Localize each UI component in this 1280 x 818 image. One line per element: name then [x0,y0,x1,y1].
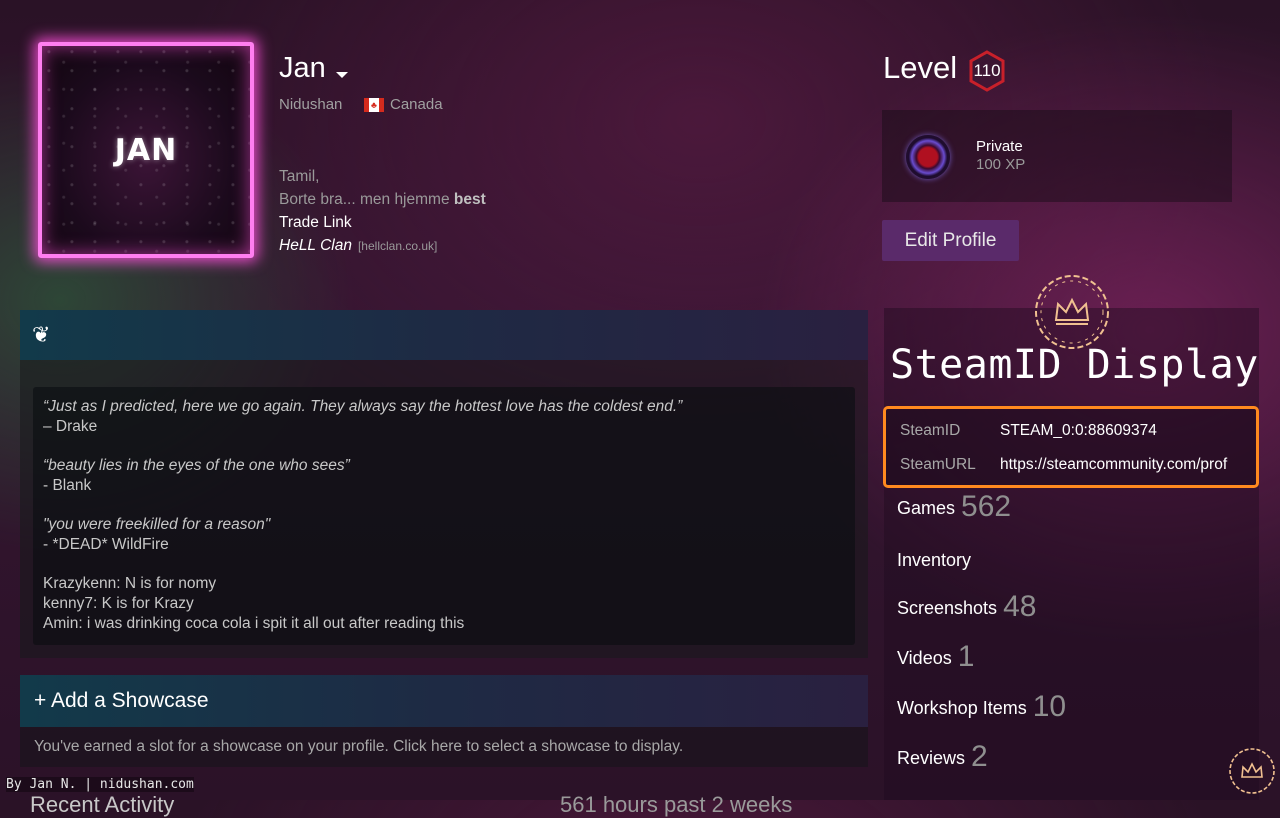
quote-item: “Just as I predicted, here we go again. … [43,397,682,437]
quote-item: "you were freekilled for a reason" - *DEA… [43,515,682,555]
summary-line: Borte bra... men hjemme best [279,188,486,211]
badge-icon [906,135,950,179]
trade-link[interactable]: Trade Link [279,211,486,234]
quote-text: “Just as I predicted, here we go again. … [43,398,683,415]
quote-text-block: “Just as I predicted, here we go again. … [43,397,682,653]
level-label: Level [883,50,958,85]
stat-count: 2 [971,740,988,773]
stat-reviews[interactable]: Reviews 2 [897,740,988,774]
stat-count: 10 [1032,690,1067,723]
steamid-box: SteamID STEAM_0:0:88609374 SteamURL https:… [883,406,1259,488]
recent-activity-hours: 561 hours past 2 weeks [560,792,793,817]
stat-games[interactable]: Games 562 [897,490,1011,524]
chat-lines: Krazykenn: N is for nomy kenny7: K is for… [43,574,682,634]
level-value: 110 [973,61,1001,80]
edit-profile-button[interactable]: Edit Profile [882,220,1019,261]
stat-label: Inventory [897,550,972,570]
stat-label: Reviews [897,748,966,768]
stat-label: Games [897,498,956,518]
clan-line: HeLL Clan [hellclan.co.uk] [279,234,486,258]
stat-label: Videos [897,648,952,668]
clan-name[interactable]: HeLL Clan [279,237,352,254]
recent-activity-heading: Recent Activity [30,792,175,817]
summary-text: Borte bra... men hjemme [279,191,454,208]
quote-item: “beauty lies in the eyes of the one who … [43,456,682,496]
chat-line: Amin: i was drinking coca cola i spit it… [43,615,465,632]
steamid-row[interactable]: SteamID STEAM_0:0:88609374 [900,422,1157,440]
steamid-value[interactable]: STEAM_0:0:88609374 [1000,422,1157,439]
quote-author: - *DEAD* WildFire [43,536,169,553]
summary-bold-text: best [453,191,486,208]
stat-count: 562 [961,490,1012,523]
country-name: Canada [390,96,443,113]
steamid-key: SteamID [900,422,961,439]
quote-author: – Drake [43,418,98,435]
chevron-down-icon[interactable] [336,72,348,78]
canada-flag-icon: ♣ [364,98,384,112]
author-watermark: By Jan N. | nidushan.com [6,777,194,792]
stat-workshop-items[interactable]: Workshop Items 10 [897,690,1066,724]
steamurl-row[interactable]: SteamURL https://steamcommunity.com/prof [900,456,1227,474]
add-showcase-text[interactable]: You've earned a slot for a showcase on y… [34,738,683,756]
chat-line: kenny7: K is for Krazy [43,595,194,612]
steamid-display-title: SteamID Display [890,342,1259,388]
quote-text: “beauty lies in the eyes of the one who … [43,457,350,474]
stat-inventory[interactable]: Inventory [897,550,971,571]
quote-icon: ❦ [32,322,51,347]
stat-videos[interactable]: Videos 1 [897,640,974,674]
quote-text: "you were freekilled for a reason" [43,516,271,533]
steamurl-key: SteamURL [900,456,976,473]
real-name: Nidushan [279,96,343,113]
steamurl-value[interactable]: https://steamcommunity.com/prof [1000,456,1227,473]
stat-label: Screenshots [897,598,998,618]
badge-title: Private [976,138,1023,155]
avatar-text: JAN [114,132,178,168]
stat-screenshots[interactable]: Screenshots 48 [897,590,1036,624]
stat-count: 1 [957,640,975,673]
profile-summary: Tamil, Borte bra... men hjemme best Trad… [279,165,486,258]
stat-count: 48 [1003,590,1037,623]
persona-name[interactable]: Jan [279,52,326,85]
quote-showcase-header [20,310,868,360]
clan-url[interactable]: [hellclan.co.uk] [358,239,437,253]
chat-line: Krazykenn: N is for nomy [43,575,217,592]
badge-xp: 100 XP [976,156,1026,173]
quote-author: - Blank [43,477,92,494]
stat-label: Workshop Items [897,698,1027,718]
add-showcase-title[interactable]: + Add a Showcase [34,689,209,713]
summary-line: Tamil, [279,168,320,185]
profile-avatar[interactable]: JAN [38,42,254,258]
crown-emblem-small-icon [1229,748,1275,794]
